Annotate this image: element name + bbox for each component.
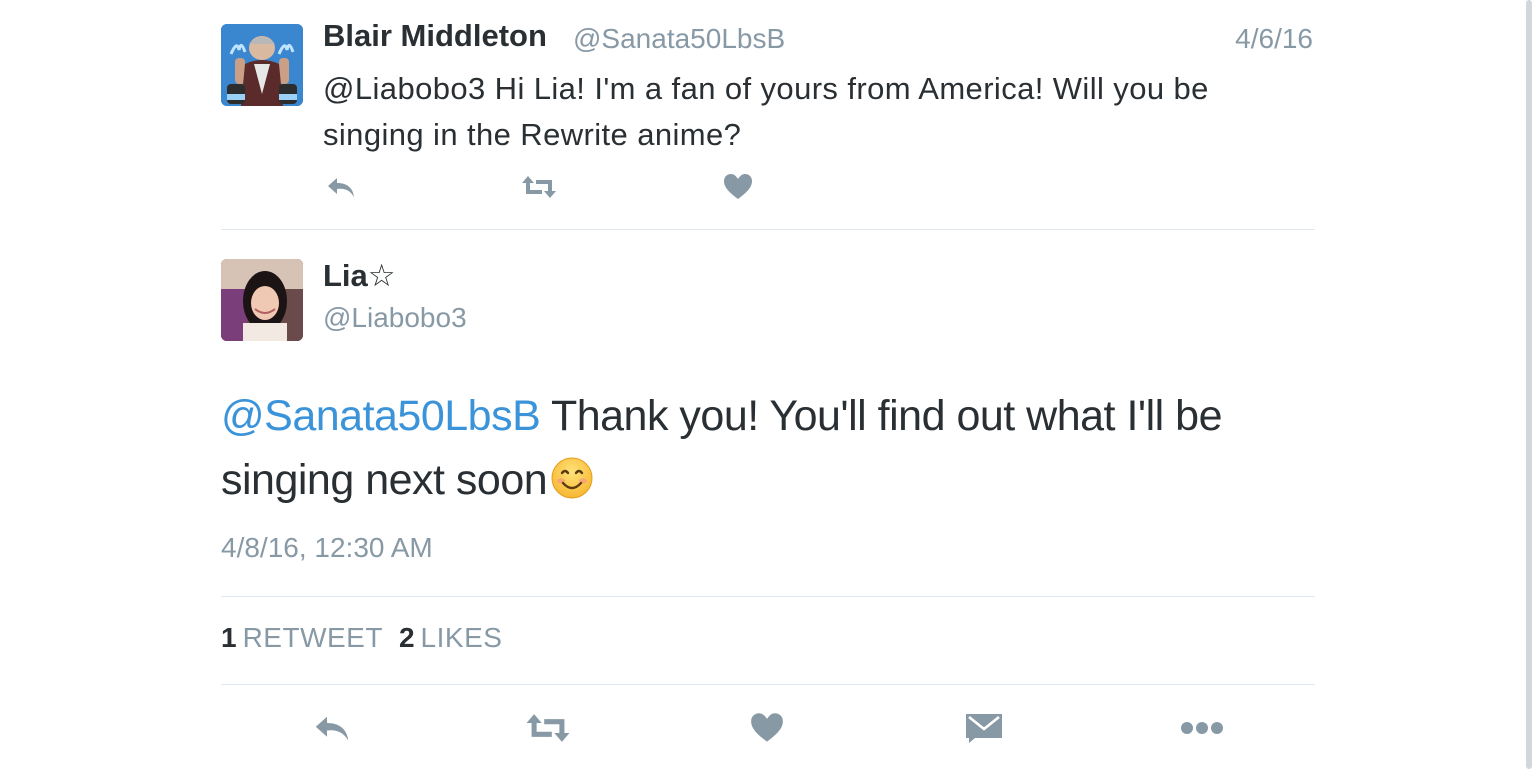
retweet-icon xyxy=(522,176,556,198)
heart-icon xyxy=(724,174,752,199)
parent-tweet[interactable]: Blair Middleton @Sanata50LbsB 4/6/16 @Li… xyxy=(221,0,1315,230)
reply-button[interactable] xyxy=(321,170,361,204)
retweet-button[interactable] xyxy=(519,170,559,204)
avatar-image xyxy=(221,24,303,106)
like-button[interactable] xyxy=(737,706,797,750)
tweet-stats: 1 RETWEET 2 LIKES xyxy=(221,622,518,654)
retweet-button[interactable] xyxy=(518,706,578,750)
tweet-date[interactable]: 4/6/16 xyxy=(1235,23,1313,55)
avatar-image xyxy=(221,259,303,341)
more-icon xyxy=(1181,722,1223,734)
retweet-stat[interactable]: 1 RETWEET xyxy=(221,622,399,653)
divider xyxy=(221,684,1315,685)
avatar[interactable] xyxy=(221,24,303,106)
author-name[interactable]: Lia☆ xyxy=(323,258,396,294)
reply-icon xyxy=(328,178,354,197)
author-handle[interactable]: @Sanata50LbsB xyxy=(573,23,785,55)
tweet-timestamp: 4/8/16, 12:30 AM xyxy=(221,532,433,563)
scrollbar[interactable] xyxy=(1526,0,1532,769)
envelope-icon xyxy=(966,714,1002,743)
likes-stat[interactable]: 2 LIKES xyxy=(399,622,518,653)
avatar[interactable] xyxy=(221,259,303,341)
reply-icon xyxy=(315,716,349,741)
retweet-icon xyxy=(526,714,570,742)
tweet-text: @Liabobo3 Hi Lia! I'm a fan of yours fro… xyxy=(323,71,1209,152)
tweet-text: @Sanata50LbsB Thank you! You'll find out… xyxy=(221,384,1301,512)
author-handle[interactable]: @Liabobo3 xyxy=(323,302,467,334)
divider xyxy=(221,596,1315,597)
like-label: LIKES xyxy=(420,622,503,653)
direct-message-button[interactable] xyxy=(954,706,1014,750)
mention-link[interactable]: @Sanata50LbsB xyxy=(221,392,541,440)
like-count: 2 xyxy=(398,622,415,653)
heart-icon xyxy=(751,713,783,742)
more-button[interactable] xyxy=(1172,706,1232,750)
retweet-label: RETWEET xyxy=(242,622,383,653)
reply-button[interactable] xyxy=(302,706,362,750)
author-name[interactable]: Blair Middleton xyxy=(323,18,547,54)
retweet-count: 1 xyxy=(221,622,237,653)
like-button[interactable] xyxy=(718,170,758,204)
smiling-face-emoji-icon xyxy=(551,457,593,499)
